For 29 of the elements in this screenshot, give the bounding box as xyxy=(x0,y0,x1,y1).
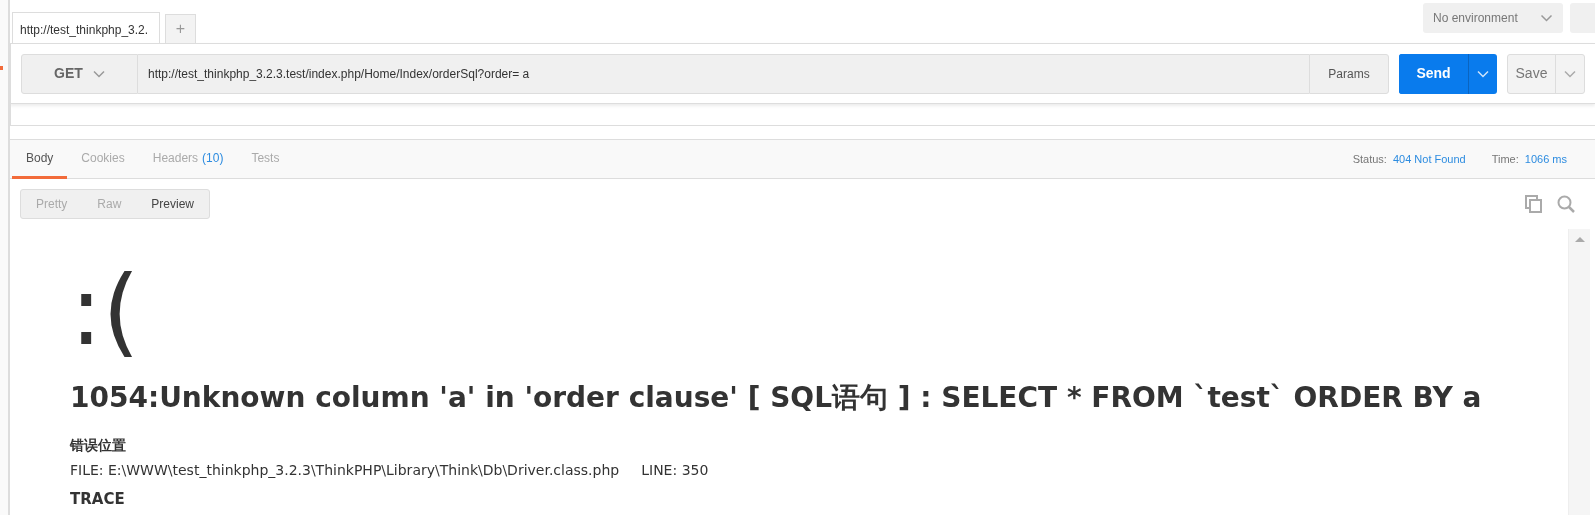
sad-face-text: :( xyxy=(70,263,141,359)
error-heading: 1054:Unknown column 'a' in 'order clause' [ SQL语句 ] : SELECT * FROM `test` ORDER BY a xyxy=(70,380,1483,416)
error-location-title: 错误位置 xyxy=(70,436,127,455)
response-tab[interactable]: Cookies xyxy=(67,140,139,179)
status-label: Status: xyxy=(1352,151,1387,167)
chevron-down-icon xyxy=(1540,14,1553,22)
response-tab[interactable]: Body xyxy=(12,140,68,179)
line-number: LINE: 350 xyxy=(641,462,709,478)
view-mode-tab[interactable]: Raw xyxy=(82,190,137,218)
new-tab-button[interactable]: + xyxy=(165,14,196,43)
url-field[interactable]: http://test_thinkphp_3.2.3.test/index.php/Home/Index/orderSql?order= a xyxy=(138,53,1309,94)
method-dropdown[interactable]: GET xyxy=(21,53,138,94)
scrollbar[interactable] xyxy=(1568,229,1590,515)
file-path: FILE: E:\WWW\test_thinkphp_3.2.3\ThinkPHP\Library\Think\Db\Driver.class.php xyxy=(70,462,620,478)
response-tab[interactable]: Headers (10) xyxy=(138,140,238,179)
params-button[interactable]: Params xyxy=(1309,53,1389,94)
time-label: Time: xyxy=(1491,151,1519,167)
response-tab[interactable]: Tests xyxy=(237,140,294,179)
trace-title: TRACE xyxy=(70,491,126,508)
request-tab[interactable]: http://test_thinkphp_3.2. xyxy=(12,12,160,43)
time-value: 1066 ms xyxy=(1524,151,1567,167)
search-icon[interactable] xyxy=(1557,195,1575,213)
chevron-down-icon xyxy=(1477,69,1489,78)
copy-icon[interactable] xyxy=(1525,195,1543,213)
chevron-down-icon xyxy=(1564,69,1576,78)
view-mode-tab[interactable]: Preview xyxy=(136,190,210,218)
environment-dropdown[interactable]: No environment xyxy=(1423,3,1563,33)
status-value: 404 Not Found xyxy=(1392,151,1466,167)
chevron-down-icon xyxy=(92,69,105,78)
